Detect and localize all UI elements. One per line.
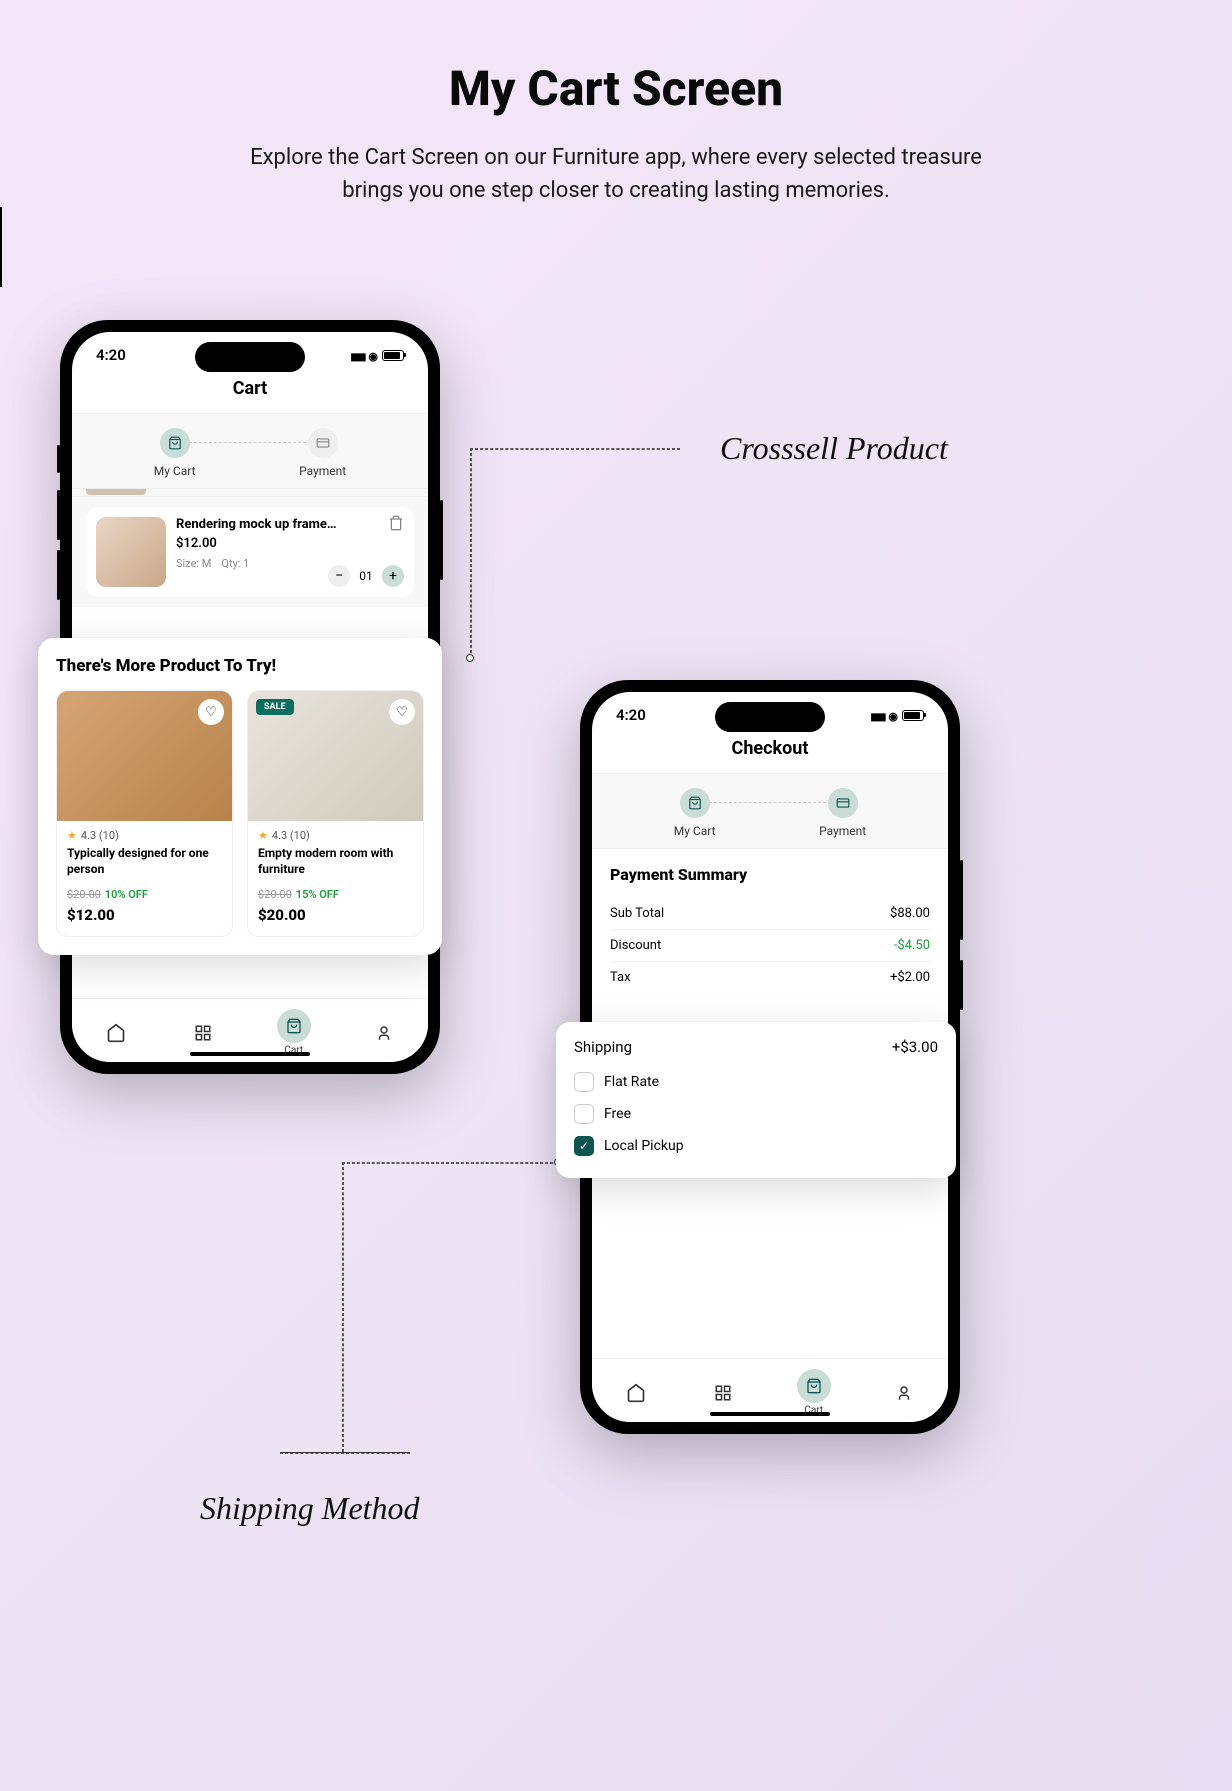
shipping-option-pickup[interactable]: ✓Local Pickup (574, 1130, 938, 1162)
product-name: Typically designed for one person (67, 846, 222, 877)
shipping-value: +$3.00 (892, 1038, 938, 1056)
page-subtitle: Explore the Cart Screen on our Furniture… (226, 141, 1006, 207)
product-name: Empty modern room with furniture (258, 846, 413, 877)
progress-stepper: My Cart Payment (592, 773, 948, 849)
status-icons (350, 346, 404, 364)
battery-icon (382, 350, 404, 361)
subtotal-label: Sub Total (610, 906, 664, 921)
cart-item-size: Size: M (176, 557, 211, 570)
product-price: $12.00 (67, 906, 222, 924)
signal-icon (870, 706, 884, 724)
step-cart-icon[interactable] (680, 788, 710, 818)
nav-cart[interactable]: Cart (277, 1009, 311, 1056)
shipping-panel: Shipping +$3.00 Flat Rate Free ✓Local Pi… (556, 1022, 956, 1178)
step-payment-label: Payment (819, 824, 866, 838)
step-payment-label: Payment (299, 464, 346, 478)
subtotal-value: $88.00 (890, 906, 930, 921)
step-cart-label: My Cart (154, 464, 196, 478)
cart-item-name: Rendering mock up frame… (176, 517, 404, 532)
signal-icon (350, 346, 364, 364)
product-card[interactable]: SALE ♡ ★4.3 (10) Empty modern room with … (247, 690, 424, 937)
step-cart-icon[interactable] (160, 428, 190, 458)
status-time: 4:20 (96, 346, 126, 364)
phone-notch (715, 702, 825, 732)
annotation-divider (0, 207, 2, 287)
annotation-shipping: Shipping Method (200, 1490, 420, 1527)
qty-value: 01 (358, 569, 374, 583)
shipping-label: Shipping (574, 1038, 632, 1056)
qty-plus-button[interactable]: + (382, 565, 404, 587)
product-oldprice: $20.00 (67, 888, 101, 901)
step-payment-icon[interactable] (828, 788, 858, 818)
crosssell-panel: There's More Product To Try! ♡ ★4.3 (10)… (38, 638, 442, 955)
status-time: 4:20 (616, 706, 646, 724)
product-card[interactable]: ♡ ★4.3 (10) Typically designed for one p… (56, 690, 233, 937)
product-oldprice: $20.00 (258, 888, 292, 901)
product-rating: ★4.3 (10) (67, 829, 222, 842)
connector-line (280, 1452, 410, 1454)
checkbox-icon[interactable] (574, 1072, 594, 1092)
page-title: My Cart Screen (0, 60, 1232, 117)
connector-line (342, 1162, 344, 1452)
connector-line (470, 448, 472, 658)
tax-label: Tax (610, 970, 631, 985)
shipping-option-free[interactable]: Free (574, 1098, 938, 1130)
nav-categories[interactable] (189, 1019, 217, 1047)
product-discount: 10% OFF (105, 888, 148, 901)
nav-profile[interactable] (890, 1379, 918, 1407)
cart-item-price: $12.00 (176, 536, 404, 551)
battery-icon (902, 710, 924, 721)
tax-value: +$2.00 (890, 970, 930, 985)
checkbox-checked-icon[interactable]: ✓ (574, 1136, 594, 1156)
nav-profile[interactable] (370, 1019, 398, 1047)
heart-icon[interactable]: ♡ (198, 699, 224, 725)
connector-line (470, 448, 680, 450)
star-icon: ★ (258, 829, 268, 842)
cart-item-qty-label: Qty: 1 (221, 557, 249, 570)
shipping-option-flat[interactable]: Flat Rate (574, 1066, 938, 1098)
wifi-icon (888, 706, 898, 724)
nav-categories[interactable] (709, 1379, 737, 1407)
nav-cart[interactable]: Cart (797, 1369, 831, 1416)
discount-value: -$4.50 (894, 938, 930, 953)
nav-home[interactable] (102, 1019, 130, 1047)
screen-title-cart: Cart (72, 370, 428, 413)
sale-badge: SALE (256, 699, 294, 715)
nav-home[interactable] (622, 1379, 650, 1407)
qty-minus-button[interactable]: − (328, 565, 350, 587)
star-icon: ★ (67, 829, 77, 842)
connector-dot (466, 654, 474, 662)
step-cart-label: My Cart (674, 824, 716, 838)
checkbox-icon[interactable] (574, 1104, 594, 1124)
phone-notch (195, 342, 305, 372)
heart-icon[interactable]: ♡ (389, 699, 415, 725)
step-payment-icon[interactable] (308, 428, 338, 458)
product-rating: ★4.3 (10) (258, 829, 413, 842)
payment-summary-title: Payment Summary (610, 865, 930, 884)
product-image: SALE ♡ (248, 691, 423, 821)
cart-item-image (96, 517, 166, 587)
screen-title-checkout: Checkout (592, 730, 948, 773)
crosssell-title: There's More Product To Try! (56, 656, 424, 676)
cart-item[interactable]: Rendering mock up frame… $12.00 Size: M … (86, 507, 414, 597)
product-price: $20.00 (258, 906, 413, 924)
connector-line (342, 1162, 558, 1164)
home-indicator (190, 1052, 310, 1056)
wifi-icon (368, 346, 378, 364)
bottom-nav: Cart (72, 998, 428, 1062)
home-indicator (710, 1412, 830, 1416)
discount-label: Discount (610, 938, 661, 953)
product-discount: 15% OFF (296, 888, 339, 901)
status-icons (870, 706, 924, 724)
trash-icon[interactable] (388, 515, 404, 531)
progress-stepper: My Cart Payment (72, 413, 428, 489)
product-image: ♡ (57, 691, 232, 821)
annotation-crosssell: Crosssell Product (720, 430, 948, 467)
bottom-nav: Cart (592, 1358, 948, 1422)
